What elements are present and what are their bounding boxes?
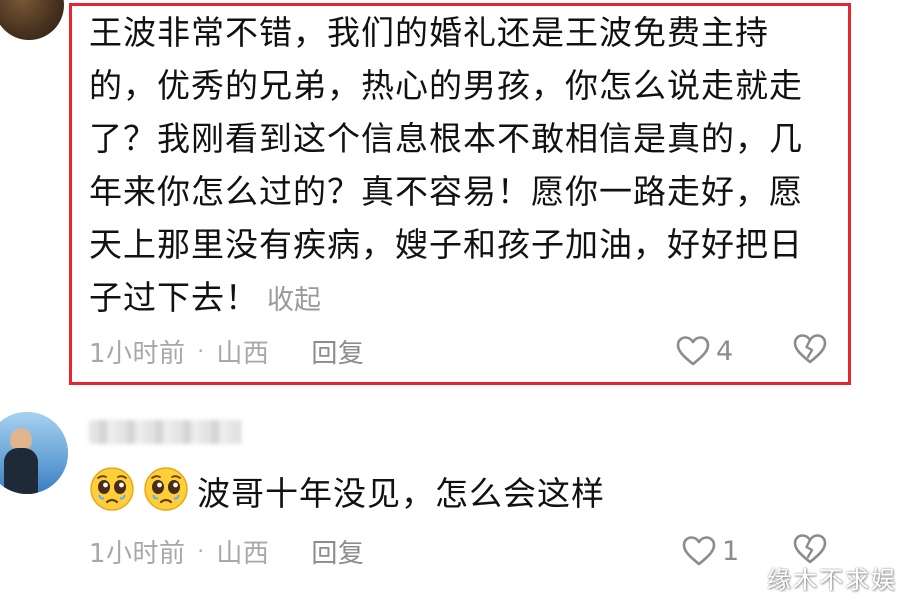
pleading-face-emoji-icon <box>143 466 197 516</box>
comment-body: 波哥十年没见，怎么会这样 <box>89 466 605 516</box>
like-button[interactable]: 4 <box>676 331 733 371</box>
comment-thread: 王波非常不错，我们的婚礼还是王波免费主持的，优秀的兄弟，热心的男孩，你怎么说走就… <box>0 0 905 605</box>
like-count: 4 <box>716 335 734 367</box>
heart-outline-icon <box>682 535 716 567</box>
avatar[interactable] <box>0 0 64 40</box>
like-button[interactable]: 1 <box>682 531 739 571</box>
location: 山西 <box>216 338 270 369</box>
timestamp: 1小时前 <box>89 338 186 369</box>
pleading-face-emoji-icon <box>89 466 143 516</box>
comment-body: 王波非常不错，我们的婚礼还是王波免费主持的，优秀的兄弟，热心的男孩，你怎么说走就… <box>89 6 824 327</box>
meta-separator: · <box>197 339 205 363</box>
avatar-person <box>4 448 38 494</box>
collapse-link[interactable]: 收起 <box>267 285 321 316</box>
comment-text: 王波非常不错，我们的婚礼还是王波免费主持的，优秀的兄弟，热心的男孩，你怎么说走就… <box>89 13 803 317</box>
comment-meta: 1小时前 · 山西 回复 <box>89 531 364 571</box>
broken-heart-icon <box>793 333 827 369</box>
avatar[interactable] <box>0 412 68 494</box>
dislike-button[interactable] <box>793 331 827 371</box>
comment-meta: 1小时前 · 山西 回复 <box>89 331 364 371</box>
watermark: 缘木不求娱 <box>767 566 897 594</box>
location: 山西 <box>216 538 270 569</box>
like-count: 1 <box>722 535 740 567</box>
heart-outline-icon <box>676 335 710 367</box>
comment-text: 波哥十年没见，怎么会这样 <box>197 474 605 513</box>
username-blurred[interactable] <box>89 420 241 444</box>
reply-button[interactable]: 回复 <box>311 333 364 370</box>
meta-separator: · <box>197 539 205 563</box>
timestamp: 1小时前 <box>89 538 186 569</box>
reply-button[interactable]: 回复 <box>311 533 364 570</box>
